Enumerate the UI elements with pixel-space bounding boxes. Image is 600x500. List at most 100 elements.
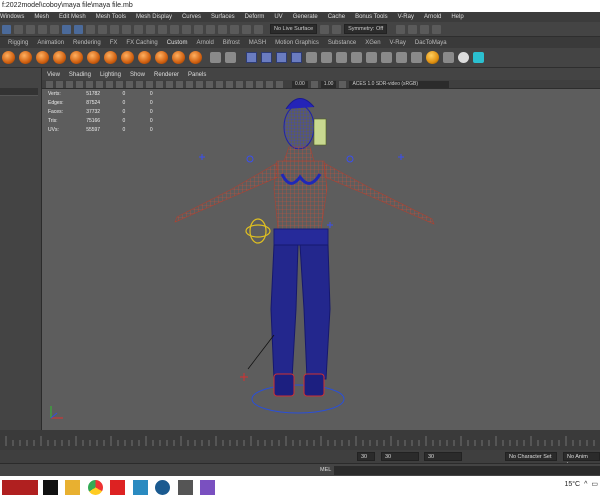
- head-mesh[interactable]: [283, 104, 315, 150]
- snap-surface-icon[interactable]: [50, 24, 59, 34]
- component-mode-icon[interactable]: [74, 24, 83, 34]
- camera-attributes-icon[interactable]: [56, 80, 63, 88]
- opera-icon[interactable]: [110, 480, 125, 495]
- isolate-select-icon[interactable]: [246, 80, 253, 88]
- elbow-control[interactable]: [199, 154, 205, 160]
- range-start-field[interactable]: 30: [357, 452, 375, 461]
- right-arm-mesh[interactable]: [323, 162, 435, 225]
- pick-mode-icon[interactable]: [62, 24, 71, 34]
- camera-select-icon[interactable]: [46, 80, 53, 88]
- character-set-dropdown[interactable]: No Character Set: [505, 452, 557, 461]
- blend-icon[interactable]: [381, 52, 392, 63]
- shadows-icon[interactable]: [196, 80, 203, 88]
- smooth-shade-icon[interactable]: [156, 80, 163, 88]
- shoulder-control[interactable]: [246, 155, 254, 163]
- hypershade-icon[interactable]: [134, 24, 143, 34]
- wireframe-icon[interactable]: [146, 80, 153, 88]
- sphere-icon[interactable]: [155, 51, 168, 64]
- panel-menu-panels[interactable]: Panels: [188, 72, 206, 78]
- sphere-icon[interactable]: [172, 51, 185, 64]
- neck-mesh[interactable]: [283, 146, 315, 162]
- menu-generate[interactable]: Generate: [293, 14, 318, 20]
- sculpt-icon[interactable]: [254, 24, 263, 34]
- lattice-icon[interactable]: [336, 52, 347, 63]
- hip-control[interactable]: [249, 218, 267, 244]
- sphere-icon[interactable]: [189, 51, 202, 64]
- menu-uv[interactable]: UV: [274, 14, 282, 20]
- network-icon[interactable]: ▭: [591, 480, 598, 488]
- elbow-control[interactable]: [398, 154, 404, 160]
- sym-icon[interactable]: [332, 24, 342, 34]
- t-pose-icon[interactable]: [473, 52, 484, 63]
- cube-icon[interactable]: [291, 52, 302, 63]
- shelf-tab-dactomaya[interactable]: DacToMaya: [415, 40, 447, 46]
- shelf-tab-fx[interactable]: FX: [110, 40, 118, 46]
- app-c-icon[interactable]: [155, 480, 170, 495]
- sphere-icon[interactable]: [138, 51, 151, 64]
- joint-tool-icon[interactable]: [210, 52, 221, 63]
- image-plane-icon[interactable]: [76, 80, 83, 88]
- cube-icon[interactable]: [261, 52, 272, 63]
- shelf-tab-rigging[interactable]: Rigging: [8, 40, 28, 46]
- film-gate-icon[interactable]: [96, 80, 103, 88]
- skull-icon[interactable]: [458, 52, 469, 63]
- backface-icon[interactable]: [276, 80, 283, 88]
- bookmark-icon[interactable]: [66, 80, 73, 88]
- exposure-field[interactable]: 1.00: [320, 80, 337, 88]
- app-icon[interactable]: [200, 480, 215, 495]
- sphere-icon[interactable]: [19, 51, 32, 64]
- current-frame-field[interactable]: 30: [424, 452, 462, 461]
- cube-icon[interactable]: [246, 52, 257, 63]
- character-rig-model[interactable]: [42, 89, 600, 430]
- face-control-panel[interactable]: [313, 118, 327, 146]
- shelf-tab-xgen[interactable]: XGen: [365, 40, 380, 46]
- photos-icon[interactable]: [178, 480, 193, 495]
- textured-icon[interactable]: [176, 80, 183, 88]
- field-chart-icon[interactable]: [126, 80, 133, 88]
- depth-of-field-icon[interactable]: [236, 80, 243, 88]
- modeling-toolkit-icon[interactable]: [432, 24, 442, 34]
- rig-ball-icon[interactable]: [426, 51, 439, 64]
- menu-mesh-display[interactable]: Mesh Display: [136, 14, 172, 20]
- cluster-icon[interactable]: [351, 52, 362, 63]
- sphere-icon[interactable]: [87, 51, 100, 64]
- menu-arnold[interactable]: Arnold: [424, 14, 441, 20]
- skin-icon[interactable]: [396, 52, 407, 63]
- menu-deform[interactable]: Deform: [245, 14, 265, 20]
- wireframe-on-shaded-icon[interactable]: [166, 80, 173, 88]
- weather-temperature[interactable]: 15°C: [564, 481, 580, 488]
- construction-history-icon[interactable]: [170, 24, 179, 34]
- range-end-field[interactable]: 30: [381, 452, 419, 461]
- sphere-icon[interactable]: [70, 51, 83, 64]
- left-leg-mesh[interactable]: [270, 244, 299, 380]
- panel-menu-shading[interactable]: Shading: [69, 72, 91, 78]
- camera-icon[interactable]: [182, 24, 191, 34]
- snapshot-icon[interactable]: [194, 24, 203, 34]
- menu-bonus-tools[interactable]: Bonus Tools: [355, 14, 388, 20]
- exposure-icon[interactable]: [310, 80, 318, 88]
- render-settings-icon[interactable]: [122, 24, 131, 34]
- sphere-icon[interactable]: [104, 51, 117, 64]
- anti-aliasing-icon[interactable]: [226, 80, 233, 88]
- snap-grid-icon[interactable]: [14, 24, 23, 34]
- sculpt-icon[interactable]: [443, 52, 454, 63]
- xray-joints-icon[interactable]: [266, 80, 273, 88]
- panel-menu-lighting[interactable]: Lighting: [100, 72, 121, 78]
- symmetry-dropdown[interactable]: Symmetry: Off: [344, 24, 388, 34]
- bend-icon[interactable]: [321, 52, 332, 63]
- left-boot-mesh[interactable]: [273, 373, 295, 397]
- thumbnail-icon[interactable]: [2, 480, 38, 495]
- outliner-strip[interactable]: [0, 88, 38, 96]
- menu-vray[interactable]: V-Ray: [398, 14, 414, 20]
- live-surface-dropdown[interactable]: No Live Surface: [270, 24, 318, 34]
- resolution-gate-icon[interactable]: [106, 80, 113, 88]
- menu-windows[interactable]: Windows: [0, 14, 24, 20]
- shelf-tab-animation[interactable]: Animation: [37, 40, 64, 46]
- sphere-icon[interactable]: [53, 51, 66, 64]
- shelf-tab-fx-caching[interactable]: FX Caching: [126, 40, 157, 46]
- file-explorer-icon[interactable]: [65, 480, 80, 495]
- ik-handle-icon[interactable]: [225, 52, 236, 63]
- color-space-dropdown[interactable]: ACES 1.0 SDR-video (sRGB): [349, 80, 450, 88]
- root-control[interactable]: [251, 384, 345, 414]
- select-mode-icon[interactable]: [2, 24, 11, 34]
